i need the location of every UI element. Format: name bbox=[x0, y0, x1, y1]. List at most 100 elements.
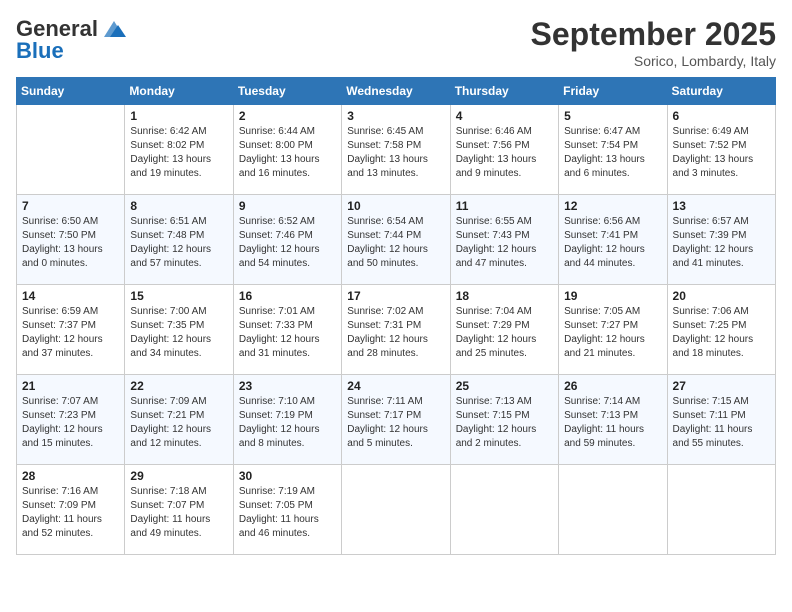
day-number: 11 bbox=[456, 199, 553, 213]
day-info: Sunrise: 6:46 AM Sunset: 7:56 PM Dayligh… bbox=[456, 125, 553, 181]
day-info: Sunrise: 7:06 AM Sunset: 7:25 PM Dayligh… bbox=[673, 305, 770, 361]
day-info: Sunrise: 7:02 AM Sunset: 7:31 PM Dayligh… bbox=[347, 305, 444, 361]
day-cell: 6Sunrise: 6:49 AM Sunset: 7:52 PM Daylig… bbox=[667, 105, 775, 195]
day-info: Sunrise: 6:50 AM Sunset: 7:50 PM Dayligh… bbox=[22, 215, 119, 271]
weekday-header-thursday: Thursday bbox=[450, 78, 558, 105]
day-cell: 17 Sunrise: 7:02 AM Sunset: 7:31 PM Dayli… bbox=[342, 285, 450, 375]
day-cell: 23 Sunrise: 7:10 AM Sunset: 7:19 PM Dayli… bbox=[233, 375, 341, 465]
weekday-header-saturday: Saturday bbox=[667, 78, 775, 105]
day-cell: 10 Sunrise: 6:54 AM Sunset: 7:44 PM Dayli… bbox=[342, 195, 450, 285]
day-cell: 26 Sunrise: 7:14 AM Sunset: 7:13 PM Dayli… bbox=[559, 375, 667, 465]
day-cell: 22Sunrise: 7:09 AM Sunset: 7:21 PM Dayli… bbox=[125, 375, 233, 465]
day-info: Sunrise: 6:47 AM Sunset: 7:54 PM Dayligh… bbox=[564, 125, 661, 181]
day-number: 16 bbox=[239, 289, 336, 303]
day-info: Sunrise: 6:51 AM Sunset: 7:48 PM Dayligh… bbox=[130, 215, 227, 271]
day-number: 1 bbox=[130, 109, 227, 123]
day-cell: 7 Sunrise: 6:50 AM Sunset: 7:50 PM Daylig… bbox=[17, 195, 125, 285]
day-cell: 2 Sunrise: 6:44 AM Sunset: 8:00 PM Daylig… bbox=[233, 105, 341, 195]
day-info: Sunrise: 7:15 AM Sunset: 7:11 PM Dayligh… bbox=[673, 395, 770, 451]
day-number: 10 bbox=[347, 199, 444, 213]
day-number: 23 bbox=[239, 379, 336, 393]
day-info: Sunrise: 7:04 AM Sunset: 7:29 PM Dayligh… bbox=[456, 305, 553, 361]
day-cell: 1 Sunrise: 6:42 AM Sunset: 8:02 PM Daylig… bbox=[125, 105, 233, 195]
day-info: Sunrise: 7:10 AM Sunset: 7:19 PM Dayligh… bbox=[239, 395, 336, 451]
logo: General Blue bbox=[16, 16, 128, 64]
day-cell: 30 Sunrise: 7:19 AM Sunset: 7:05 PM Dayli… bbox=[233, 465, 341, 555]
day-number: 22 bbox=[130, 379, 227, 393]
day-info: Sunrise: 7:07 AM Sunset: 7:23 PM Dayligh… bbox=[22, 395, 119, 451]
day-number: 20 bbox=[673, 289, 770, 303]
day-number: 25 bbox=[456, 379, 553, 393]
day-cell: 4 Sunrise: 6:46 AM Sunset: 7:56 PM Daylig… bbox=[450, 105, 558, 195]
day-info: Sunrise: 7:14 AM Sunset: 7:13 PM Dayligh… bbox=[564, 395, 661, 451]
weekday-header-sunday: Sunday bbox=[17, 78, 125, 105]
location-subtitle: Sorico, Lombardy, Italy bbox=[531, 53, 776, 69]
day-number: 26 bbox=[564, 379, 661, 393]
day-info: Sunrise: 7:00 AM Sunset: 7:35 PM Dayligh… bbox=[130, 305, 227, 361]
day-number: 18 bbox=[456, 289, 553, 303]
day-number: 6 bbox=[673, 109, 770, 123]
day-info: Sunrise: 6:52 AM Sunset: 7:46 PM Dayligh… bbox=[239, 215, 336, 271]
day-cell: 18 Sunrise: 7:04 AM Sunset: 7:29 PM Dayli… bbox=[450, 285, 558, 375]
day-info: Sunrise: 7:18 AM Sunset: 7:07 PM Dayligh… bbox=[130, 485, 227, 541]
day-number: 12 bbox=[564, 199, 661, 213]
day-number: 27 bbox=[673, 379, 770, 393]
day-info: Sunrise: 7:11 AM Sunset: 7:17 PM Dayligh… bbox=[347, 395, 444, 451]
day-info: Sunrise: 6:45 AM Sunset: 7:58 PM Dayligh… bbox=[347, 125, 444, 181]
calendar-table: SundayMondayTuesdayWednesdayThursdayFrid… bbox=[16, 77, 776, 555]
day-info: Sunrise: 6:44 AM Sunset: 8:00 PM Dayligh… bbox=[239, 125, 336, 181]
day-info: Sunrise: 6:55 AM Sunset: 7:43 PM Dayligh… bbox=[456, 215, 553, 271]
week-row-2: 7 Sunrise: 6:50 AM Sunset: 7:50 PM Daylig… bbox=[17, 195, 776, 285]
day-number: 3 bbox=[347, 109, 444, 123]
day-number: 2 bbox=[239, 109, 336, 123]
day-cell: 25Sunrise: 7:13 AM Sunset: 7:15 PM Dayli… bbox=[450, 375, 558, 465]
day-number: 4 bbox=[456, 109, 553, 123]
day-cell bbox=[342, 465, 450, 555]
day-cell: 16 Sunrise: 7:01 AM Sunset: 7:33 PM Dayli… bbox=[233, 285, 341, 375]
day-cell: 8 Sunrise: 6:51 AM Sunset: 7:48 PM Daylig… bbox=[125, 195, 233, 285]
day-cell: 28Sunrise: 7:16 AM Sunset: 7:09 PM Dayli… bbox=[17, 465, 125, 555]
logo-icon bbox=[100, 19, 128, 39]
day-number: 15 bbox=[130, 289, 227, 303]
day-cell: 27 Sunrise: 7:15 AM Sunset: 7:11 PM Dayli… bbox=[667, 375, 775, 465]
day-number: 30 bbox=[239, 469, 336, 483]
month-title: September 2025 bbox=[531, 16, 776, 53]
day-cell: 11 Sunrise: 6:55 AM Sunset: 7:43 PM Dayli… bbox=[450, 195, 558, 285]
day-info: Sunrise: 6:42 AM Sunset: 8:02 PM Dayligh… bbox=[130, 125, 227, 181]
week-row-5: 28Sunrise: 7:16 AM Sunset: 7:09 PM Dayli… bbox=[17, 465, 776, 555]
day-cell: 14 Sunrise: 6:59 AM Sunset: 7:37 PM Dayli… bbox=[17, 285, 125, 375]
day-info: Sunrise: 6:59 AM Sunset: 7:37 PM Dayligh… bbox=[22, 305, 119, 361]
day-number: 9 bbox=[239, 199, 336, 213]
day-cell bbox=[667, 465, 775, 555]
day-number: 14 bbox=[22, 289, 119, 303]
weekday-header-wednesday: Wednesday bbox=[342, 78, 450, 105]
day-number: 8 bbox=[130, 199, 227, 213]
week-row-1: 1 Sunrise: 6:42 AM Sunset: 8:02 PM Daylig… bbox=[17, 105, 776, 195]
weekday-header-friday: Friday bbox=[559, 78, 667, 105]
title-area: September 2025 Sorico, Lombardy, Italy bbox=[531, 16, 776, 69]
day-info: Sunrise: 6:54 AM Sunset: 7:44 PM Dayligh… bbox=[347, 215, 444, 271]
day-info: Sunrise: 6:56 AM Sunset: 7:41 PM Dayligh… bbox=[564, 215, 661, 271]
day-number: 17 bbox=[347, 289, 444, 303]
day-number: 13 bbox=[673, 199, 770, 213]
day-cell: 13 Sunrise: 6:57 AM Sunset: 7:39 PM Dayli… bbox=[667, 195, 775, 285]
day-number: 29 bbox=[130, 469, 227, 483]
day-number: 21 bbox=[22, 379, 119, 393]
day-cell: 24 Sunrise: 7:11 AM Sunset: 7:17 PM Dayli… bbox=[342, 375, 450, 465]
week-row-3: 14 Sunrise: 6:59 AM Sunset: 7:37 PM Dayli… bbox=[17, 285, 776, 375]
day-cell: 12 Sunrise: 6:56 AM Sunset: 7:41 PM Dayli… bbox=[559, 195, 667, 285]
day-info: Sunrise: 7:19 AM Sunset: 7:05 PM Dayligh… bbox=[239, 485, 336, 541]
day-cell bbox=[17, 105, 125, 195]
logo-blue: Blue bbox=[16, 38, 64, 64]
day-cell: 5Sunrise: 6:47 AM Sunset: 7:54 PM Daylig… bbox=[559, 105, 667, 195]
day-cell: 15 Sunrise: 7:00 AM Sunset: 7:35 PM Dayli… bbox=[125, 285, 233, 375]
day-cell: 20 Sunrise: 7:06 AM Sunset: 7:25 PM Dayli… bbox=[667, 285, 775, 375]
day-cell: 9 Sunrise: 6:52 AM Sunset: 7:46 PM Daylig… bbox=[233, 195, 341, 285]
day-number: 7 bbox=[22, 199, 119, 213]
day-info: Sunrise: 6:57 AM Sunset: 7:39 PM Dayligh… bbox=[673, 215, 770, 271]
day-cell: 3 Sunrise: 6:45 AM Sunset: 7:58 PM Daylig… bbox=[342, 105, 450, 195]
day-info: Sunrise: 7:01 AM Sunset: 7:33 PM Dayligh… bbox=[239, 305, 336, 361]
day-cell: 29 Sunrise: 7:18 AM Sunset: 7:07 PM Dayli… bbox=[125, 465, 233, 555]
calendar-header: SundayMondayTuesdayWednesdayThursdayFrid… bbox=[17, 78, 776, 105]
day-number: 24 bbox=[347, 379, 444, 393]
